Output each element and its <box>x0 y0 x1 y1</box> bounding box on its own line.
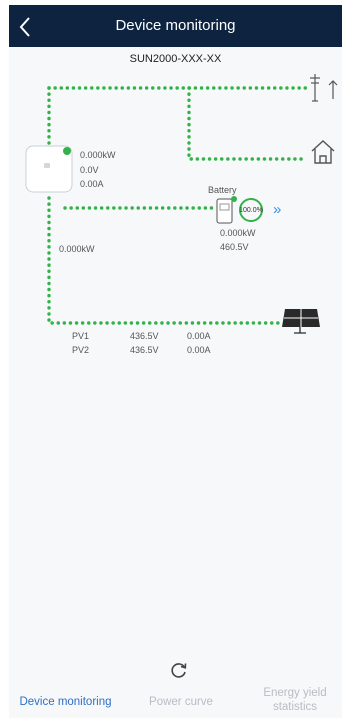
battery-icon[interactable] <box>216 196 237 224</box>
inverter-power: 0.000kW <box>80 150 116 160</box>
pv-flow-power: 0.000kW <box>59 244 95 254</box>
refresh-icon[interactable] <box>169 660 189 680</box>
tab-energy-yield-statistics[interactable]: Energy yield statistics <box>253 686 337 714</box>
inverter-icon[interactable] <box>25 145 73 193</box>
battery-label: Battery <box>208 185 237 195</box>
battery-soc: 100.0% <box>239 198 263 222</box>
bottom-tab-bar: Device monitoring Power curve Energy yie… <box>9 686 342 718</box>
grid-tower-icon[interactable] <box>310 74 338 102</box>
energy-flow-diagram <box>25 74 338 334</box>
pv1-name: PV1 <box>72 331 90 341</box>
battery-power: 0.000kW <box>220 228 256 238</box>
flow-line-home <box>187 86 309 161</box>
pv2-name: PV2 <box>72 345 90 355</box>
tab-power-curve[interactable]: Power curve <box>129 696 233 708</box>
inverter-current: 0.00A <box>80 179 104 189</box>
battery-voltage: 460.5V <box>220 242 249 252</box>
app-screen: Device monitoring SUN2000-XXX-XX 0.000kW… <box>9 5 342 718</box>
expand-icon[interactable]: » <box>273 201 281 218</box>
tab-device-monitoring[interactable]: Device monitoring <box>9 696 122 708</box>
pv1-current: 0.00A <box>187 331 211 341</box>
pv1-voltage: 436.5V <box>130 331 159 341</box>
home-icon[interactable] <box>311 140 335 164</box>
pv2-current: 0.00A <box>187 345 211 355</box>
solar-panel-icon[interactable] <box>282 309 320 334</box>
inverter-voltage: 0.0V <box>80 165 99 175</box>
pv2-voltage: 436.5V <box>130 345 159 355</box>
